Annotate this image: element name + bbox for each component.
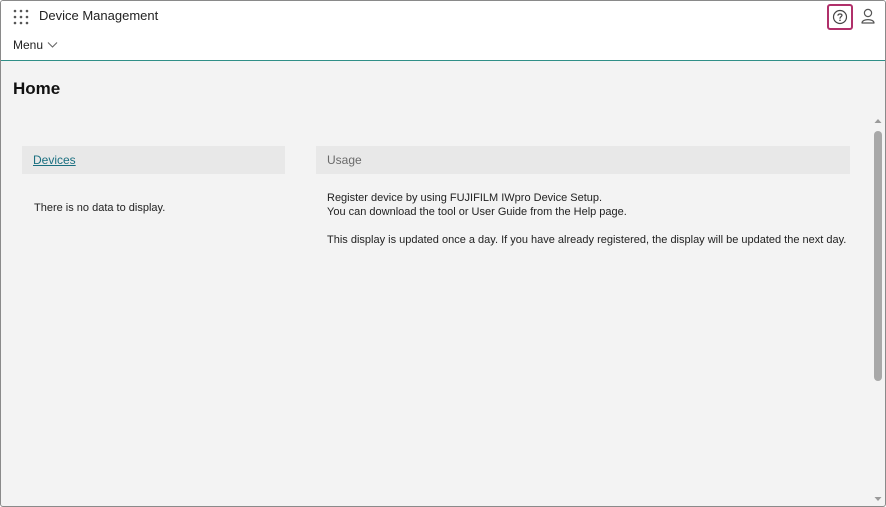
usage-line-register: Register device by using FUJIFILM IWpro … [327,192,603,204]
user-icon[interactable] [859,7,877,25]
usage-line-update-note: This display is updated once a day. If y… [327,234,847,246]
vertical-scrollbar[interactable] [871,115,884,506]
apps-grid-icon[interactable] [13,9,29,25]
scroll-up-arrow-icon[interactable] [874,117,882,125]
usage-line-download: You can download the tool or User Guide … [327,206,627,218]
usage-panel-body: Register device by using FUJIFILM IWpro … [327,191,846,247]
app-title: Device Management [39,8,159,23]
top-bar: Device Management Menu [1,1,885,61]
menu-label: Menu [13,38,44,52]
scroll-down-arrow-icon[interactable] [874,495,882,503]
page-title: Home [13,79,61,98]
usage-panel-header: Usage [316,146,850,174]
devices-panel-header: Devices [22,146,285,174]
help-icon [832,9,848,25]
devices-link[interactable]: Devices [33,153,76,167]
devices-empty-message: There is no data to display. [34,202,166,214]
scrollbar-thumb[interactable] [874,131,882,381]
help-button[interactable] [827,4,853,30]
chevron-down-icon [47,42,58,48]
app-window: Device Management Menu Home Devices Ther… [0,0,886,507]
menu-button[interactable]: Menu [13,38,58,52]
